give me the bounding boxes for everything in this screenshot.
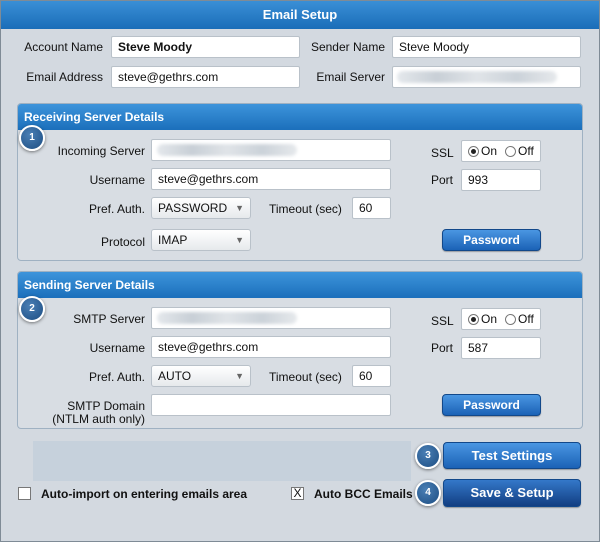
radio-unselected-icon [505,313,516,325]
receiving-timeout-label: Timeout (sec) [269,202,342,216]
receiving-ssl-label: SSL [431,146,454,160]
radio-unselected-icon [505,145,516,157]
receiving-timeout-field[interactable] [352,197,391,219]
receiving-server-header: Receiving Server Details [18,104,582,130]
step-3-badge: 3 [415,443,441,469]
chevron-down-icon: ▼ [235,235,244,245]
sending-pref-auth-label: Pref. Auth. [88,370,145,384]
window-title: Email Setup [1,1,599,29]
receiving-ssl-off-option[interactable]: Off [505,144,534,158]
receiving-ssl-on-label: On [481,144,498,158]
smtp-domain-sub-label: (NTLM auth only) [52,412,145,426]
receiving-pref-auth-label: Pref. Auth. [88,202,145,216]
auto-bcc-label: Auto BCC Emails [314,487,413,501]
chevron-down-icon: ▼ [235,371,244,381]
email-address-label: Email Address [26,70,103,84]
sending-ssl-on-label: On [481,312,498,326]
smtp-server-label: SMTP Server [73,312,145,326]
sending-timeout-label: Timeout (sec) [269,370,342,384]
sending-timeout-field[interactable] [352,365,391,387]
sending-server-header: Sending Server Details [18,272,582,298]
receiving-port-label: Port [431,173,454,187]
sending-username-label: Username [89,341,145,355]
protocol-value: IMAP [158,233,188,247]
smtp-domain-field[interactable] [151,394,391,416]
chevron-down-icon: ▼ [235,203,244,213]
sending-ssl-off-label: Off [518,312,534,326]
protocol-label: Protocol [100,235,145,249]
auto-import-label: Auto-import on entering emails area [41,487,248,501]
radio-selected-icon [468,145,479,157]
email-setup-window: Email Setup Account Name Sender Name Ema… [0,0,600,542]
email-server-obscured [397,71,557,83]
test-settings-button[interactable]: Test Settings [443,442,581,469]
auto-import-checkbox[interactable] [18,487,31,500]
receiving-ssl-on-option[interactable]: On [468,144,497,158]
sending-ssl-label: SSL [431,314,454,328]
receiving-username-field[interactable] [151,168,391,190]
auto-bcc-checkbox[interactable]: X [291,487,304,500]
sending-ssl-on-option[interactable]: On [468,312,497,326]
sender-name-label: Sender Name [310,40,385,54]
email-address-field[interactable] [111,66,300,88]
step-4-badge: 4 [415,480,441,506]
smtp-server-obscured [157,312,297,324]
sending-port-label: Port [431,341,454,355]
smtp-domain-label: SMTP Domain [67,399,145,413]
save-and-setup-button[interactable]: Save & Setup [443,479,581,507]
sending-password-button[interactable]: Password [442,394,541,416]
incoming-server-obscured [157,144,297,156]
sending-pref-auth-value: AUTO [158,369,192,383]
receiving-port-field[interactable] [461,169,541,191]
email-server-label: Email Server [316,70,385,84]
account-name-label: Account Name [24,40,103,54]
receiving-pref-auth-select[interactable]: PASSWORD ▼ [151,197,251,219]
status-area [33,441,411,481]
sending-ssl-off-option[interactable]: Off [505,312,534,326]
receiving-username-label: Username [89,173,145,187]
account-name-field[interactable] [111,36,300,58]
sending-ssl-radio-group: On Off [461,308,541,330]
receiving-ssl-off-label: Off [518,144,534,158]
radio-selected-icon [468,313,479,325]
protocol-select[interactable]: IMAP ▼ [151,229,251,251]
receiving-ssl-radio-group: On Off [461,140,541,162]
sending-port-field[interactable] [461,337,541,359]
sending-pref-auth-select[interactable]: AUTO ▼ [151,365,251,387]
sender-name-field[interactable] [392,36,581,58]
sending-username-field[interactable] [151,336,391,358]
receiving-pref-auth-value: PASSWORD [158,201,228,215]
incoming-server-label: Incoming Server [57,144,145,158]
receiving-password-button[interactable]: Password [442,229,541,251]
